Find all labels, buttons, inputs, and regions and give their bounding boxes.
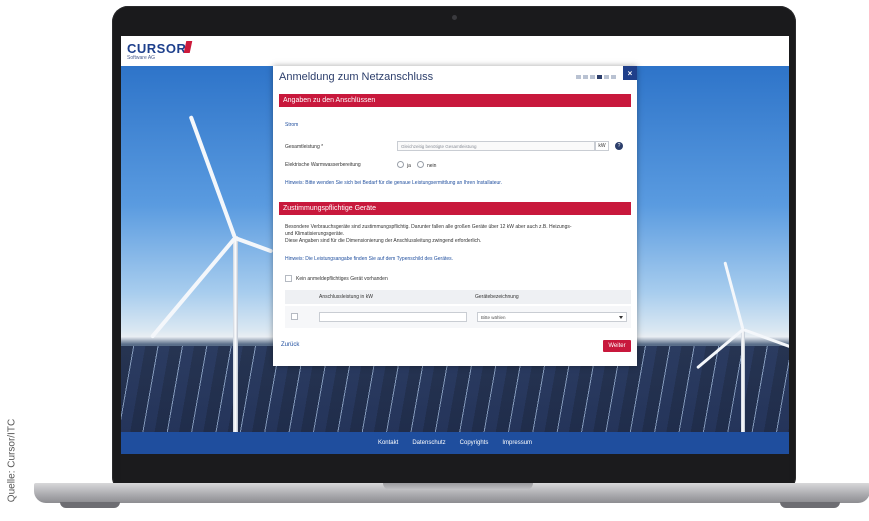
column-power: Anschlussleistung in kW xyxy=(319,294,373,300)
footer-link-impressum[interactable]: Impressum xyxy=(502,440,532,446)
subsection-strom: Strom xyxy=(285,122,299,128)
section-header-devices: Zustimmungspflichtige Geräte xyxy=(279,202,631,215)
device-select-value: Bitte wählen xyxy=(481,315,506,320)
image-credit: Quelle: Cursor/ITC xyxy=(6,418,18,503)
screen-bezel-bottom xyxy=(121,454,789,480)
devices-desc-3: Diese Angaben sind für die Dimensionieru… xyxy=(285,238,482,244)
footer-link-datenschutz[interactable]: Datenschutz xyxy=(412,440,445,446)
unit-kw: kW xyxy=(595,141,609,151)
step-indicator xyxy=(576,75,581,79)
app-header: CURSOR Software AG xyxy=(121,36,789,66)
logo-mark-icon xyxy=(183,41,193,53)
wind-turbine-right xyxy=(741,328,745,438)
brand-subtitle: Software AG xyxy=(127,55,156,61)
section1-hint: Hinweis: Bitte wenden Sie sich bei Bedar… xyxy=(285,180,503,186)
step-indicator xyxy=(611,75,616,79)
brand-logo[interactable]: CURSOR xyxy=(127,41,186,56)
radio-yes-label: ja xyxy=(407,163,411,169)
table-row: Bitte wählen xyxy=(285,306,631,328)
total-power-label: Gesamtleistung * xyxy=(285,144,324,150)
site-footer: Kontakt Datenschutz Copyrights Impressum xyxy=(121,432,789,454)
footer-link-kontakt[interactable]: Kontakt xyxy=(378,440,398,446)
no-device-checkbox[interactable] xyxy=(285,275,292,282)
power-kw-input[interactable] xyxy=(319,312,467,322)
turbine-blade xyxy=(149,236,237,339)
next-button[interactable]: Weiter xyxy=(603,340,631,352)
chevron-down-icon xyxy=(619,316,623,319)
progress-stepper xyxy=(576,75,616,79)
help-icon[interactable]: ? xyxy=(615,142,623,150)
back-button[interactable]: Zurück xyxy=(281,342,299,348)
step-indicator-active xyxy=(597,75,602,79)
total-power-placeholder: Gleichzeitig benötigte Gesamtleistung xyxy=(401,144,477,149)
turbine-blade xyxy=(234,236,274,254)
row-checkbox[interactable] xyxy=(291,313,298,320)
radio-no[interactable] xyxy=(417,161,424,168)
modal-title: Anmeldung zum Netzanschluss xyxy=(279,71,434,83)
laptop-foot xyxy=(780,502,840,508)
column-device: Gerätebezeichnung xyxy=(475,294,519,300)
section2-hint: Hinweis: Die Leistungsangabe finden Sie … xyxy=(285,256,454,262)
laptop-foot xyxy=(60,502,120,508)
wind-turbine-left xyxy=(233,236,238,436)
step-indicator xyxy=(590,75,595,79)
step-indicator xyxy=(583,75,588,79)
no-device-label: Kein anmeldepflichtiges Gerät vorhanden xyxy=(296,276,388,282)
devices-desc-2: und Klimatisierungsgeräte. xyxy=(285,231,345,237)
turbine-blade xyxy=(188,115,237,239)
turbine-blade xyxy=(723,261,745,330)
camera-icon xyxy=(452,15,457,20)
footer-link-copyrights[interactable]: Copyrights xyxy=(460,440,489,446)
registration-modal: Anmeldung zum Netzanschluss × Angaben zu… xyxy=(273,66,637,366)
close-button[interactable]: × xyxy=(623,66,637,80)
devices-table-header: Anschlussleistung in kW Gerätebezeichnun… xyxy=(285,290,631,304)
hotwater-label: Elektrische Warmwasserbereitung xyxy=(285,162,361,168)
devices-desc-1: Besondere Verbrauchsgeräte sind zustimmu… xyxy=(285,224,572,230)
section-header-connections: Angaben zu den Anschlüssen xyxy=(279,94,631,107)
laptop-notch xyxy=(383,483,533,490)
laptop-screen: CURSOR Software AG Anmeldung zum Netzans… xyxy=(121,36,789,480)
total-power-input[interactable]: Gleichzeitig benötigte Gesamtleistung xyxy=(397,141,595,151)
step-indicator xyxy=(604,75,609,79)
device-select[interactable]: Bitte wählen xyxy=(477,312,627,322)
radio-no-label: nein xyxy=(427,163,437,169)
radio-yes[interactable] xyxy=(397,161,404,168)
